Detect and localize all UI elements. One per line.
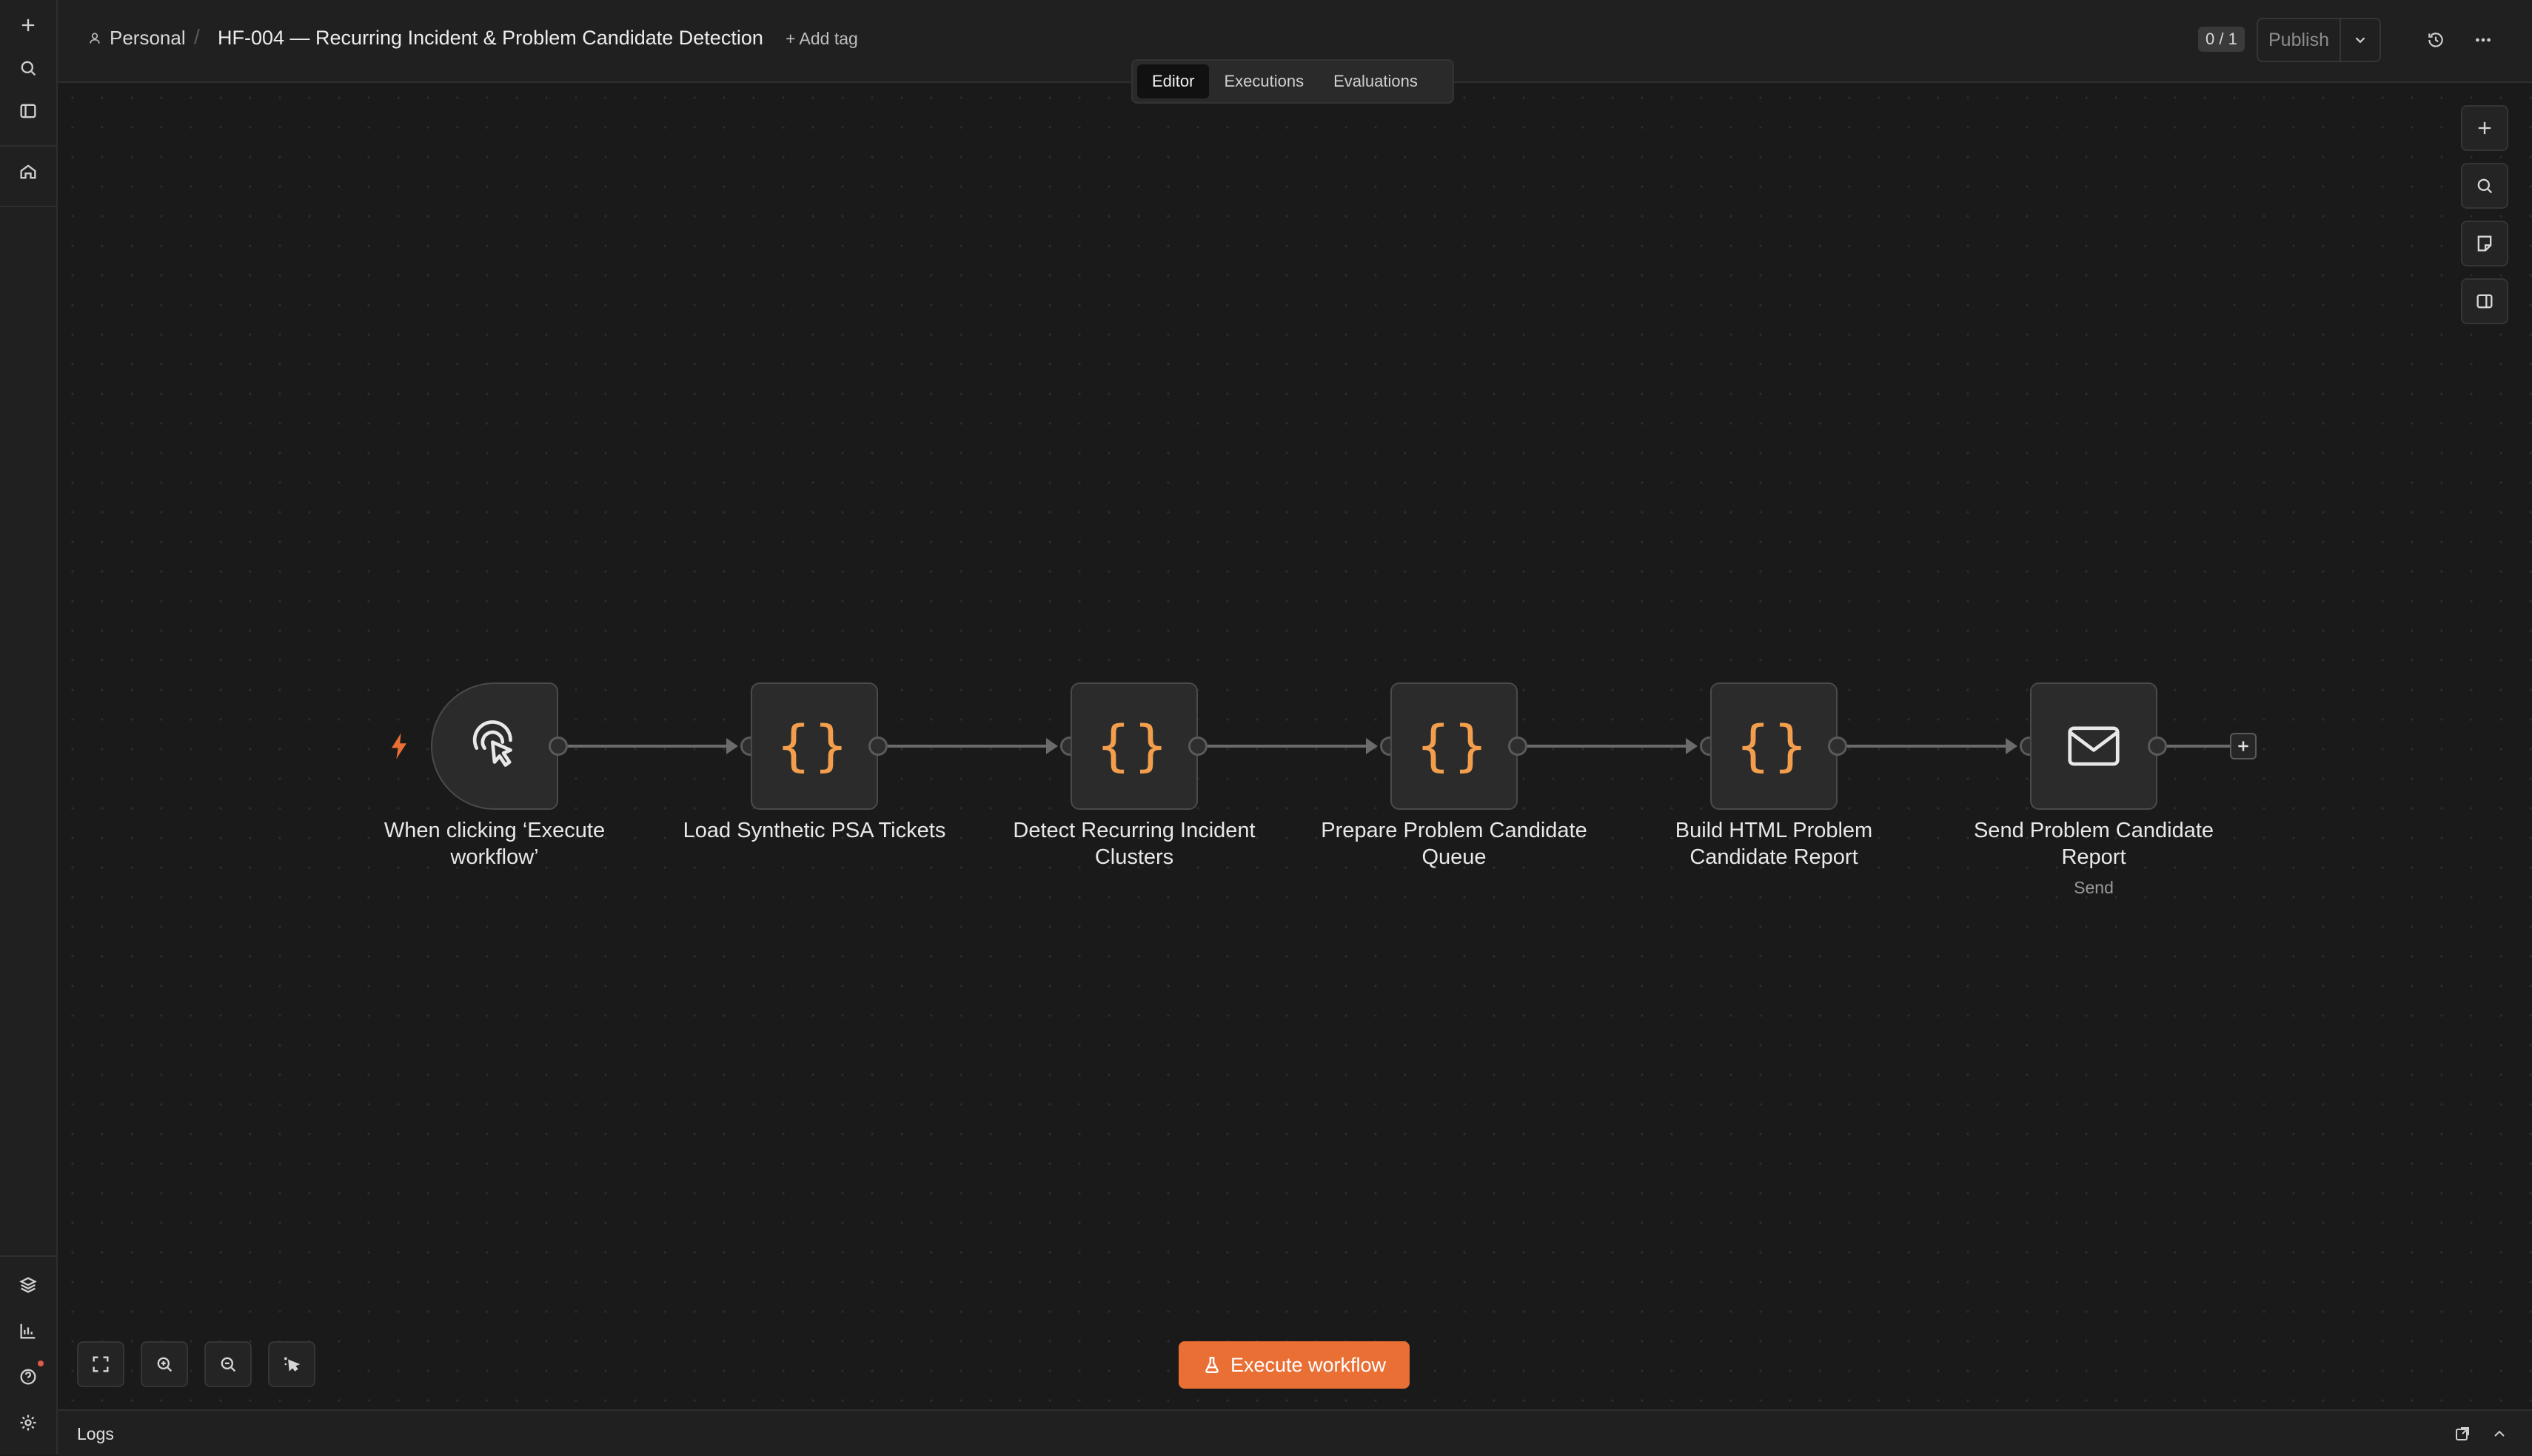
node-prepare-queue[interactable]: {} <box>1390 682 1518 810</box>
node-detect-clusters[interactable]: {} <box>1071 682 1198 810</box>
output-handle[interactable] <box>1508 737 1527 756</box>
connection-arrow <box>726 738 738 754</box>
chevron-up-icon[interactable] <box>2488 1423 2511 1445</box>
chevron-down-icon <box>2355 37 2365 44</box>
logs-panel-bar[interactable]: Logs <box>58 1409 2532 1456</box>
node-label: Detect Recurring Incident Clusters <box>1013 819 1256 869</box>
popout-logs-icon[interactable] <box>2451 1423 2474 1445</box>
node-label: When clicking ‘Execute workflow’ <box>384 819 606 869</box>
connection-arrow <box>1686 738 1698 754</box>
node-build-report[interactable]: {} <box>1710 682 1838 810</box>
output-handle[interactable] <box>868 737 888 756</box>
braces-icon: {} <box>1416 714 1492 778</box>
output-handle[interactable] <box>1828 737 1847 756</box>
plus-icon <box>2478 121 2491 135</box>
plus-icon <box>2238 741 2248 751</box>
fullscreen-icon <box>93 1356 109 1372</box>
execute-workflow-button[interactable]: Execute workflow <box>1179 1341 1410 1389</box>
magic-cursor-icon <box>284 1357 301 1372</box>
braces-icon: {} <box>777 714 852 778</box>
add-next-node-button[interactable] <box>2230 733 2257 759</box>
node-label: Send Problem Candidate Report <box>1973 819 2214 869</box>
connection-line[interactable] <box>1527 745 1686 748</box>
sidebar-toggle-icon[interactable] <box>10 93 46 129</box>
active-counter-badge: 0 / 1 <box>2198 27 2245 52</box>
connection-arrow <box>1046 738 1058 754</box>
braces-icon: {} <box>1096 714 1172 778</box>
fit-view-button[interactable] <box>77 1341 124 1387</box>
connection-line[interactable] <box>568 745 726 748</box>
zoom-out-button[interactable] <box>204 1341 252 1387</box>
workflow-title[interactable]: HF-004 — Recurring Incident & Problem Ca… <box>218 27 763 50</box>
sticky-note-icon <box>2477 235 2492 252</box>
node-manual-trigger[interactable] <box>431 682 558 810</box>
add-node-button[interactable] <box>2461 105 2508 151</box>
project-name: Personal <box>110 27 186 49</box>
logs-label: Logs <box>77 1424 114 1443</box>
tab-evaluations[interactable]: Evaluations <box>1319 64 1433 98</box>
plus-icon[interactable] <box>10 7 46 43</box>
node-send-report[interactable] <box>2030 682 2157 810</box>
connection-arrow <box>2006 738 2017 754</box>
zoom-out-icon <box>221 1357 236 1372</box>
home-icon[interactable] <box>10 154 46 189</box>
tab-editor[interactable]: Editor <box>1137 64 1210 98</box>
node-subtitle: Send <box>2074 878 2114 897</box>
toggle-panel-button[interactable] <box>2461 278 2508 324</box>
publish-dropdown-button[interactable] <box>2341 19 2379 61</box>
history-icon[interactable] <box>2421 25 2451 55</box>
tab-executions[interactable]: Executions <box>1209 64 1319 98</box>
view-tabs: Editor Executions Evaluations <box>1131 59 1454 104</box>
envelope-icon <box>2068 726 2120 766</box>
notification-dot <box>38 1361 44 1366</box>
breadcrumb-separator: / <box>194 25 200 48</box>
insights-icon[interactable] <box>10 1313 46 1349</box>
flask-icon <box>1205 1357 1219 1373</box>
zoom-in-icon <box>157 1357 173 1372</box>
connection-arrow <box>1366 738 1378 754</box>
connection-line[interactable] <box>888 745 1046 748</box>
connection-line[interactable] <box>1208 745 1366 748</box>
connection-line[interactable] <box>1847 745 2006 748</box>
node-load-psa-tickets[interactable]: {} <box>751 682 878 810</box>
settings-icon[interactable] <box>10 1405 46 1440</box>
add-tag-button[interactable]: + Add tag <box>786 29 858 49</box>
output-handle[interactable] <box>1188 737 1208 756</box>
project-breadcrumb[interactable]: Personal <box>87 27 186 50</box>
user-icon <box>90 33 100 44</box>
connection-line[interactable] <box>2167 745 2230 748</box>
more-options-icon[interactable] <box>2468 25 2498 55</box>
publish-button-group: Publish <box>2257 18 2381 62</box>
node-label: Build HTML Problem Candidate Report <box>1675 819 1873 869</box>
node-label: Prepare Problem Candidate Queue <box>1321 819 1587 869</box>
templates-icon[interactable] <box>10 1267 46 1303</box>
tidy-up-button[interactable] <box>268 1341 315 1387</box>
execute-workflow-label: Execute workflow <box>1230 1353 1387 1376</box>
publish-button[interactable]: Publish <box>2258 19 2341 61</box>
search-icon <box>2477 178 2493 194</box>
left-sidebar <box>0 0 58 1455</box>
node-label: Load Synthetic PSA Tickets <box>683 819 946 842</box>
search-nodes-button[interactable] <box>2461 163 2508 209</box>
search-icon[interactable] <box>10 50 46 86</box>
output-handle[interactable] <box>549 737 568 756</box>
output-handle[interactable] <box>2148 737 2167 756</box>
trigger-bolt-icon <box>392 733 406 759</box>
cursor-click-icon <box>472 720 512 767</box>
sticky-note-button[interactable] <box>2461 221 2508 266</box>
panel-icon <box>2476 294 2493 309</box>
braces-icon: {} <box>1736 714 1812 778</box>
zoom-in-button[interactable] <box>141 1341 188 1387</box>
